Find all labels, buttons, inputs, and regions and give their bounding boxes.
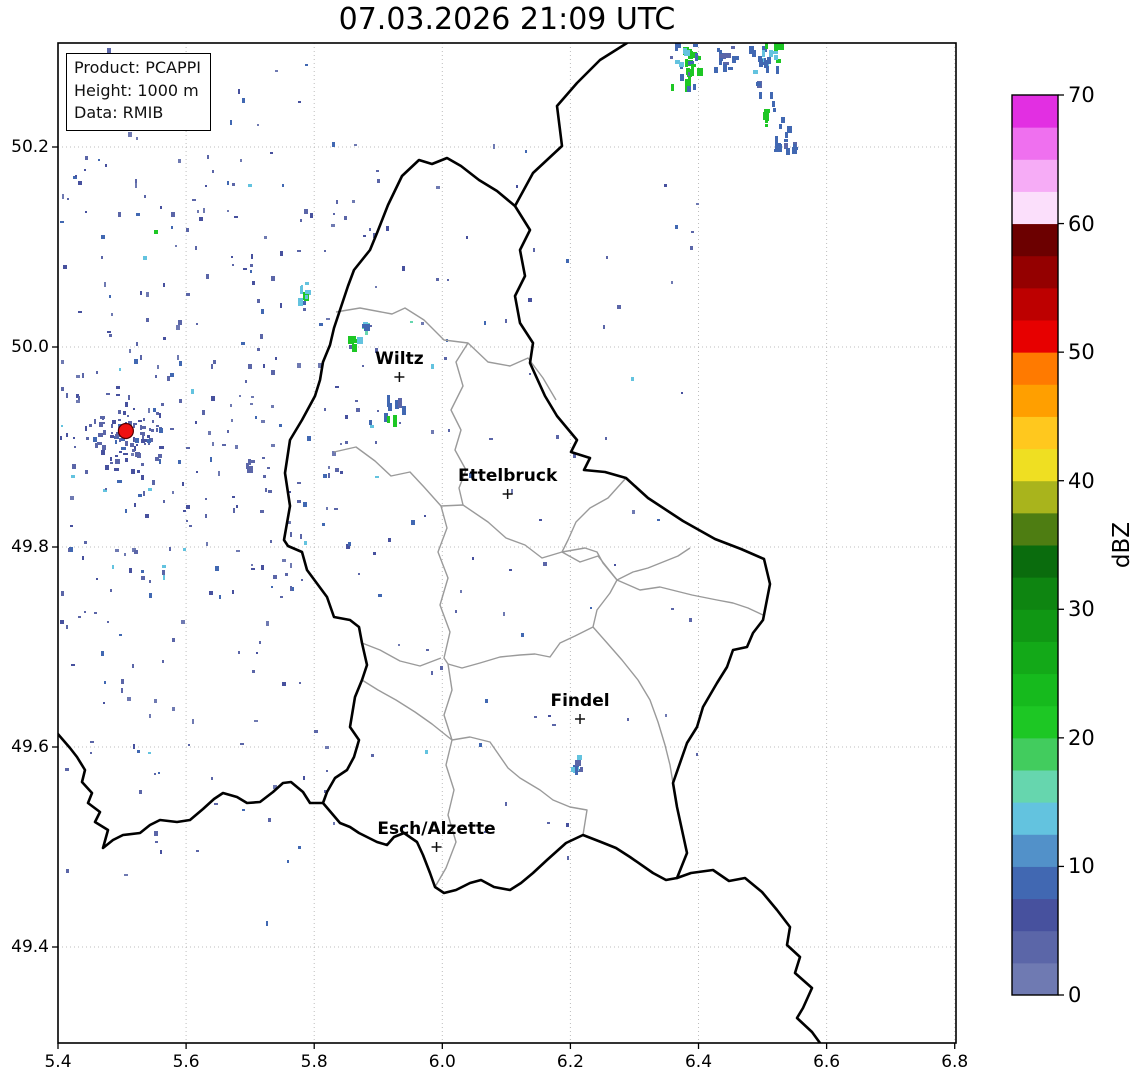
colorbar-segment (1012, 673, 1058, 707)
city-marker-esch-alzette (431, 842, 442, 852)
info-line-height: Height: 1000 m (74, 80, 199, 100)
echo-cluster-echo-a (298, 282, 311, 306)
colorbar-segment (1012, 737, 1058, 771)
colorbar-tick-label-20: 20 (1068, 725, 1095, 750)
city-marker-wiltz (394, 372, 405, 382)
colorbar-segment (1012, 320, 1058, 353)
colorbar-segment (1012, 480, 1058, 514)
colorbar-segment (1012, 448, 1058, 482)
colorbar-segment (1012, 834, 1058, 867)
colorbar-segment (1012, 962, 1058, 996)
x-tick-label-6.2: 6.2 (556, 1052, 584, 1072)
colorbar-segment (1012, 287, 1058, 321)
info-line-product: Product: PCAPPI (74, 58, 202, 77)
echo-cluster-west-dash (246, 459, 255, 473)
colorbar-segment (1012, 255, 1058, 289)
city-markers (394, 372, 586, 852)
colorbar-ticks (1058, 94, 1064, 996)
y-tick-label-49.8: 49.8 (11, 537, 49, 557)
city-label-ettelbruck: Ettelbruck (457, 466, 558, 486)
city-label-wiltz: Wiltz (375, 349, 424, 369)
colorbar-segment (1012, 512, 1058, 546)
colorbar-segment (1012, 384, 1058, 417)
colorbar-tick-label-70: 70 (1068, 83, 1095, 107)
radar-noise-layer (60, 48, 699, 926)
y-tick-label-49.4: 49.4 (11, 937, 49, 957)
colorbar-segment (1012, 416, 1058, 450)
colorbar-segment (1012, 191, 1058, 225)
colorbar-tick-label-60: 60 (1068, 211, 1095, 236)
radar-map (52, 42, 1064, 1049)
country-borders (58, 43, 822, 1043)
colorbar-tick-label-0: 0 (1068, 983, 1082, 1007)
x-tick-label-6.4: 6.4 (684, 1052, 713, 1072)
city-marker-findel (575, 714, 586, 724)
echo-cluster-ne-green-dot (763, 109, 770, 127)
x-tick-label-6.8: 6.8 (941, 1052, 969, 1072)
colorbar-segment (1012, 930, 1058, 964)
echo-cluster-wiltz-dashes (384, 395, 406, 427)
colorbar-segment (1012, 545, 1058, 578)
colorbar-segment (1012, 577, 1058, 610)
radar-site-marker (117, 422, 134, 440)
y-tick-label-50.2: 50.2 (11, 137, 49, 157)
info-line-data: Data: RMIB (74, 103, 164, 123)
colorbar-segment (1012, 802, 1058, 835)
colorbar-segment (1012, 159, 1058, 192)
colorbar-segment (1012, 223, 1058, 257)
map-grid (57, 43, 956, 1043)
city-label-findel: Findel (550, 691, 610, 711)
colorbar-segment (1012, 352, 1058, 385)
x-tick-label-6.6: 6.6 (813, 1052, 841, 1072)
echo-cluster-south-echo (571, 755, 583, 775)
echo-cluster-ne-cell-mid (714, 46, 739, 73)
y-tick-label-50.0: 50.0 (11, 337, 49, 357)
city-label-esch-alzette: Esch/Alzette (377, 819, 496, 839)
colorbar-tick-label-10: 10 (1068, 854, 1095, 879)
colorbar-tick-label-50: 50 (1068, 340, 1095, 365)
colorbar-axis-label: dBZ (1109, 521, 1135, 569)
colorbar-tick-label-30: 30 (1068, 597, 1095, 622)
colorbar-tick-label-40: 40 (1068, 468, 1095, 493)
x-tick-label-5.8: 5.8 (300, 1052, 328, 1072)
colorbar-segment (1012, 866, 1058, 900)
x-tick-label-5.4: 5.4 (44, 1052, 72, 1072)
plot-frame (57, 42, 957, 1044)
colorbar-segment (1012, 898, 1058, 932)
x-tick-label-5.6: 5.6 (172, 1052, 200, 1072)
colorbar-segment (1012, 705, 1058, 739)
colorbar-segment (1012, 641, 1058, 675)
info-box: Product: PCAPPI Height: 1000 m Data: RMI… (66, 53, 212, 132)
axis-ticks (52, 146, 956, 1049)
colorbar-segment (1012, 127, 1058, 160)
radar-figure: 07.03.2026 21:09 UTC Product: PCAPPI Hei… (0, 0, 1145, 1084)
plot-title: 07.03.2026 21:09 UTC (338, 2, 676, 37)
echo-cluster-echo-b (362, 322, 370, 335)
echo-cluster-ne-cell-east (749, 43, 784, 74)
y-tick-label-49.6: 49.6 (11, 737, 49, 757)
colorbar-segment (1012, 95, 1058, 128)
colorbar-segment (1012, 609, 1058, 642)
colorbar (1011, 94, 1064, 996)
x-tick-label-6.0: 6.0 (428, 1052, 456, 1072)
canton-borders (333, 307, 764, 888)
echo-cluster-echo-c (348, 336, 363, 352)
colorbar-segment (1012, 770, 1058, 803)
